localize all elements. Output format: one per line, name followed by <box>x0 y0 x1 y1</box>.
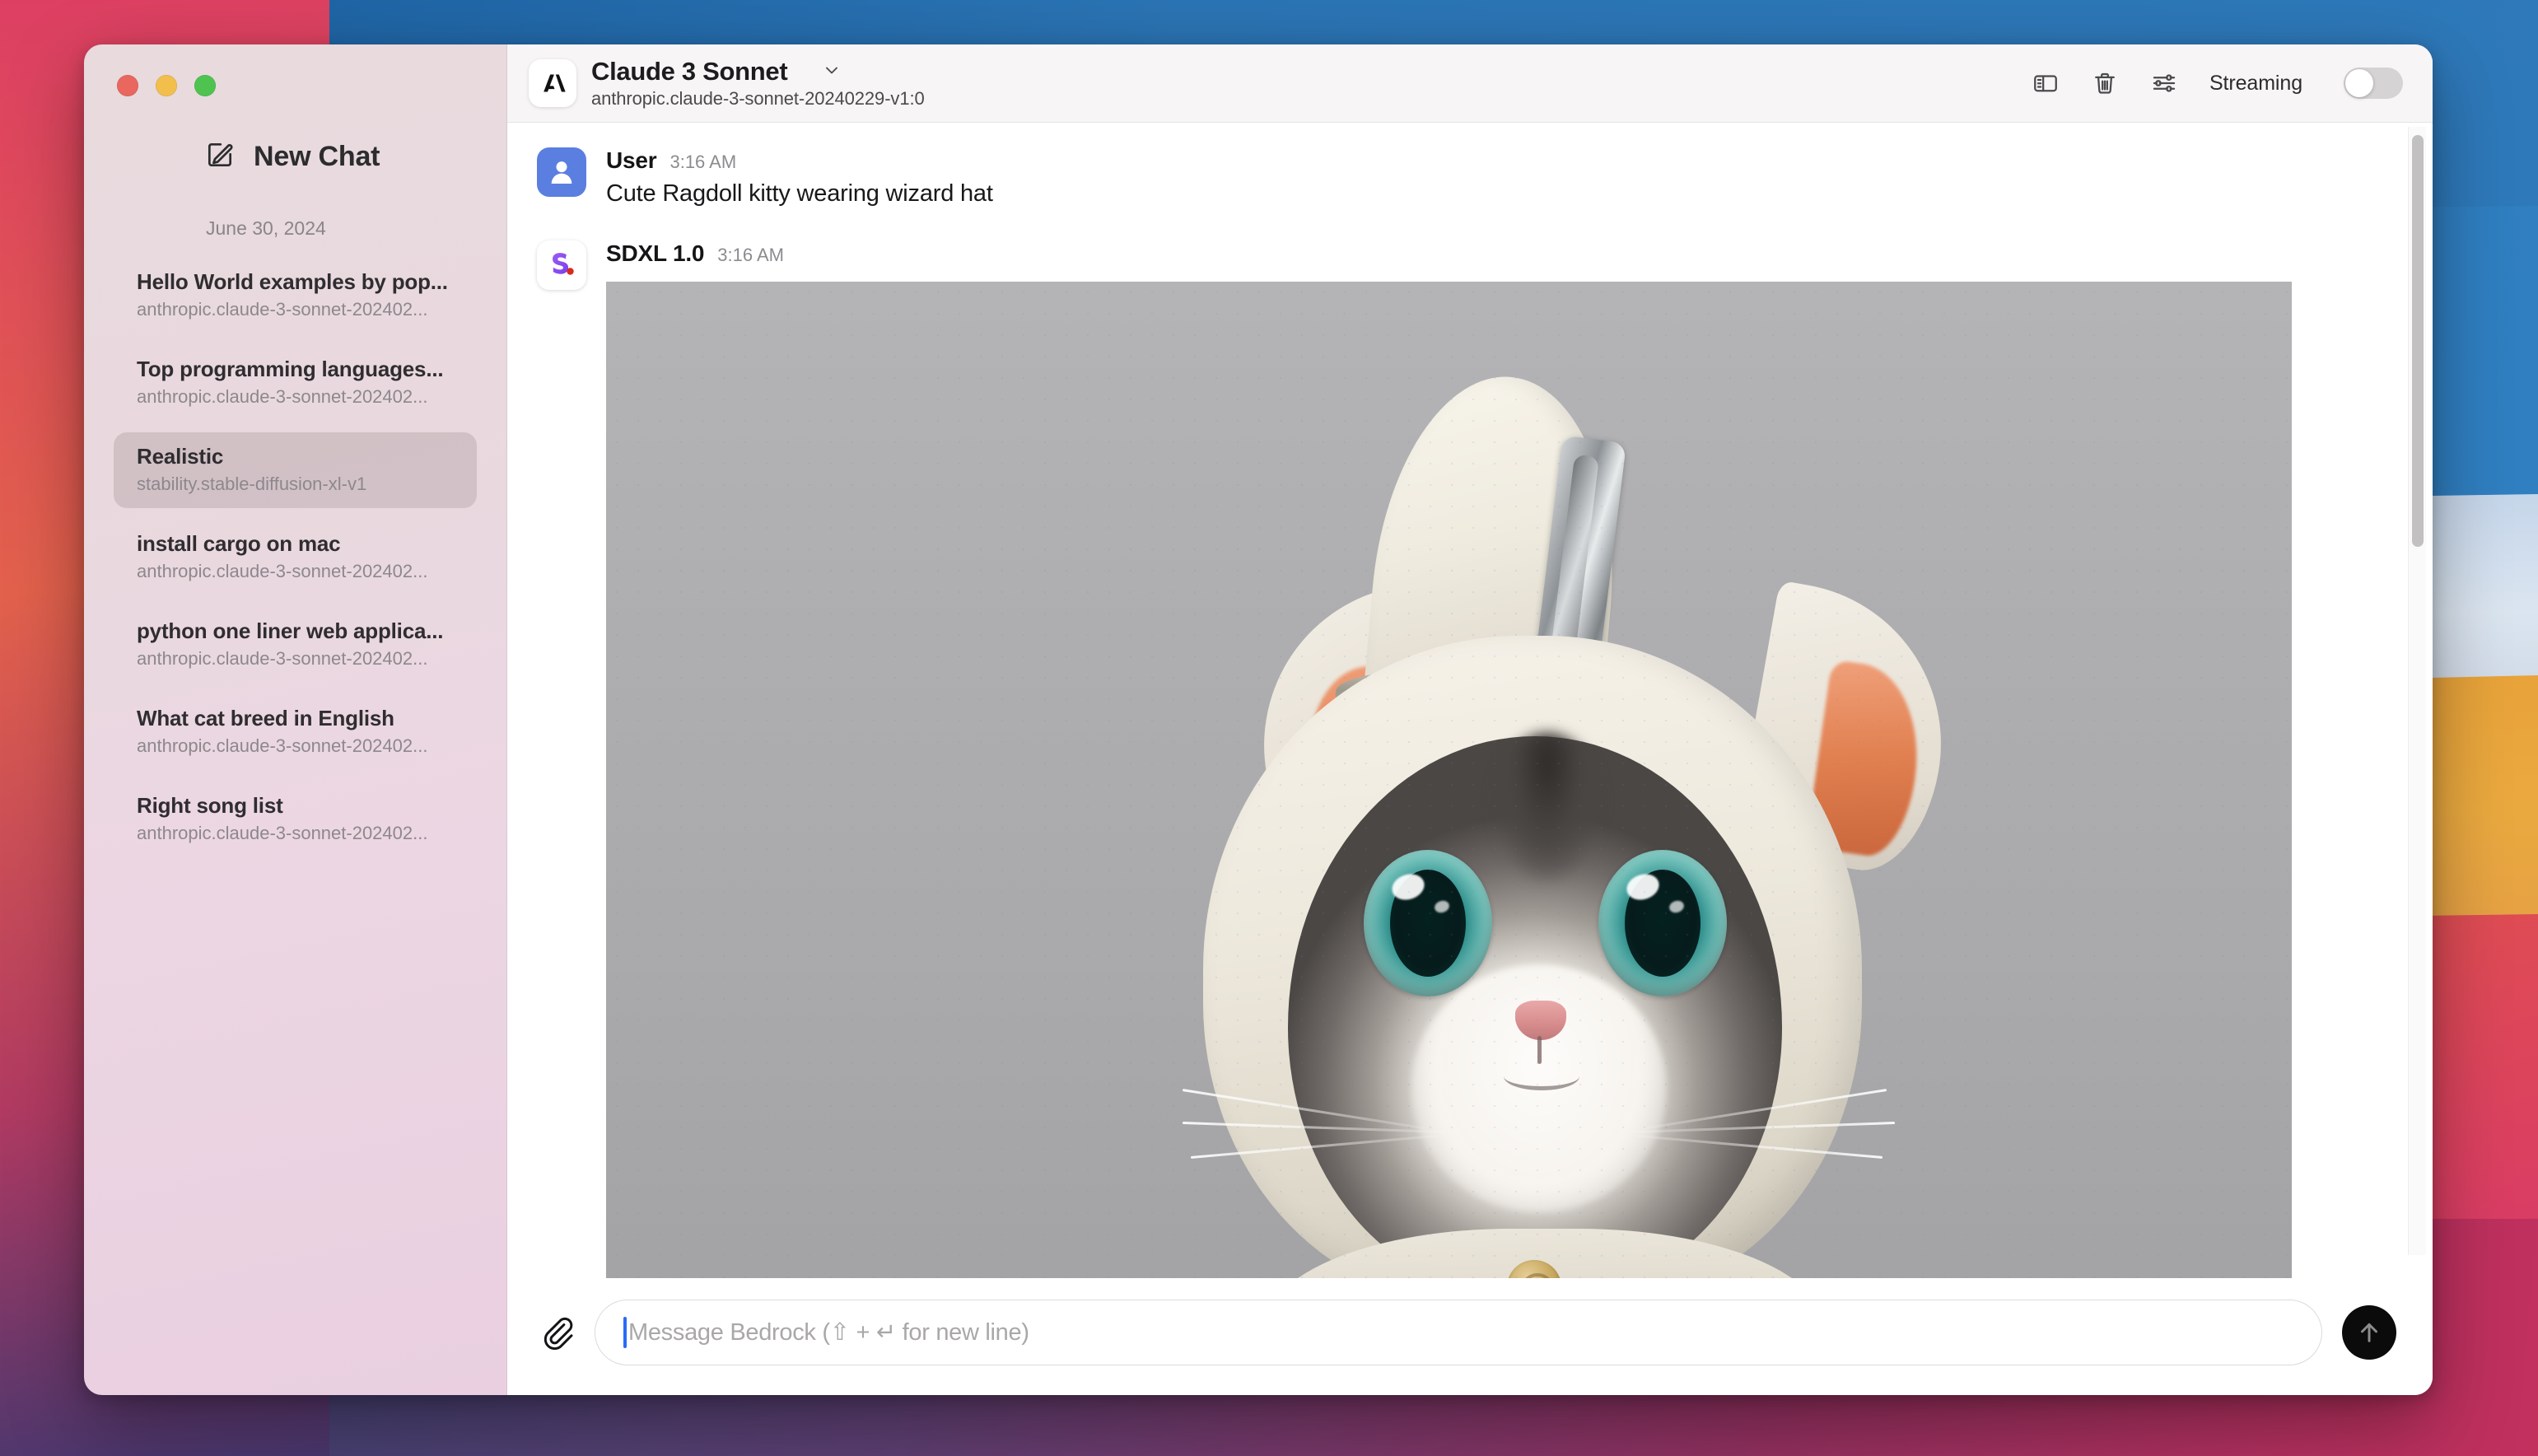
cat-eye-right <box>1598 850 1727 996</box>
chat-list-item[interactable]: python one liner web applica... anthropi… <box>114 607 477 683</box>
chat-item-title: Right song list <box>137 793 283 818</box>
cat-mouth <box>1504 1062 1579 1090</box>
model-selector[interactable]: Claude 3 Sonnet anthropic.claude-3-sonne… <box>529 57 925 110</box>
chat-list-item[interactable]: install cargo on mac anthropic.claude-3-… <box>114 520 477 595</box>
window-traffic-lights <box>84 44 506 96</box>
user-avatar-icon <box>537 147 586 197</box>
scrollbar-thumb[interactable] <box>2412 135 2424 547</box>
chat-list-item[interactable]: What cat breed in English anthropic.clau… <box>114 694 477 770</box>
minimize-button[interactable] <box>156 75 177 96</box>
chat-list-item[interactable]: Top programming languages... anthropic.c… <box>114 345 477 421</box>
bedrock-chat-window: New Chat June 30, 2024 Hello World examp… <box>84 44 2433 1395</box>
text-caret <box>623 1317 627 1348</box>
chat-item-model: stability.stable-diffusion-xl-v1 <box>137 474 367 494</box>
message-scrollbar[interactable] <box>2408 127 2426 1255</box>
message-input-wrapper[interactable] <box>595 1300 2322 1365</box>
message-text: Cute Ragdoll kitty wearing wizard hat <box>606 180 993 207</box>
cat-philtrum <box>1537 1036 1542 1064</box>
date-group-label: June 30, 2024 <box>206 217 326 239</box>
settings-sliders-icon[interactable] <box>2150 69 2178 97</box>
message-timestamp: 3:16 AM <box>669 152 737 172</box>
cat-forehead-stripe <box>1494 733 1601 881</box>
desktop-wallpaper: New Chat June 30, 2024 Hello World examp… <box>0 0 2538 1456</box>
chevron-down-icon[interactable] <box>822 60 842 84</box>
chat-header: Claude 3 Sonnet anthropic.claude-3-sonne… <box>507 44 2433 123</box>
chat-item-model: anthropic.claude-3-sonnet-202402... <box>137 561 428 581</box>
send-button[interactable] <box>2342 1305 2396 1360</box>
chat-item-title: What cat breed in English <box>137 706 394 730</box>
streaming-toggle[interactable] <box>2344 68 2403 99</box>
chat-list-item-selected[interactable]: Realistic stability.stable-diffusion-xl-… <box>114 432 477 508</box>
message-timestamp: 3:16 AM <box>717 245 784 265</box>
new-chat-label: New Chat <box>254 141 380 172</box>
sidebar-toggle-icon[interactable] <box>2032 69 2060 97</box>
chat-history-list: Hello World examples by pop... anthropic… <box>84 258 506 869</box>
main-pane: Claude 3 Sonnet anthropic.claude-3-sonne… <box>507 44 2433 1395</box>
chat-item-model: anthropic.claude-3-sonnet-202402... <box>137 823 428 843</box>
message-composer <box>507 1278 2433 1395</box>
stability-ai-logo-icon <box>537 240 586 290</box>
header-toolbar: Streaming <box>2032 68 2403 99</box>
message-user: User 3:16 AM Cute Ragdoll kitty wearing … <box>507 147 2433 208</box>
streaming-label: Streaming <box>2209 71 2302 95</box>
chat-list-item[interactable]: Hello World examples by pop... anthropic… <box>114 258 477 334</box>
message-assistant: SDXL 1.0 3:16 AM <box>507 240 2433 1278</box>
model-name: Claude 3 Sonnet <box>591 57 788 86</box>
chat-item-title: install cargo on mac <box>137 531 341 556</box>
chat-item-title: Hello World examples by pop... <box>137 269 448 294</box>
sidebar: New Chat June 30, 2024 Hello World examp… <box>84 44 507 1395</box>
compose-icon <box>204 139 236 175</box>
model-id: anthropic.claude-3-sonnet-20240229-v1:0 <box>591 88 925 109</box>
message-input[interactable] <box>628 1318 2293 1346</box>
message-list: User 3:16 AM Cute Ragdoll kitty wearing … <box>507 123 2433 1278</box>
close-button[interactable] <box>117 75 138 96</box>
chat-item-model: anthropic.claude-3-sonnet-202402... <box>137 299 428 320</box>
chat-item-title: Top programming languages... <box>137 357 444 381</box>
chat-item-title: Realistic <box>137 444 224 469</box>
message-author: User <box>606 147 657 173</box>
cat-eye-left <box>1364 850 1492 996</box>
chat-item-title: python one liner web applica... <box>137 618 444 643</box>
message-author: SDXL 1.0 <box>606 240 705 266</box>
chat-item-model: anthropic.claude-3-sonnet-202402... <box>137 386 428 407</box>
anthropic-logo-icon <box>529 59 576 107</box>
paperclip-icon[interactable] <box>540 1315 575 1350</box>
cat-illustration <box>606 282 2292 1278</box>
chat-item-model: anthropic.claude-3-sonnet-202402... <box>137 648 428 669</box>
toggle-knob <box>2345 69 2373 97</box>
trash-icon[interactable] <box>2091 69 2119 97</box>
generated-image[interactable] <box>606 282 2292 1278</box>
zoom-button[interactable] <box>194 75 216 96</box>
chat-item-model: anthropic.claude-3-sonnet-202402... <box>137 735 428 756</box>
chat-list-item[interactable]: Right song list anthropic.claude-3-sonne… <box>114 782 477 857</box>
new-chat-button[interactable]: New Chat <box>204 139 506 175</box>
